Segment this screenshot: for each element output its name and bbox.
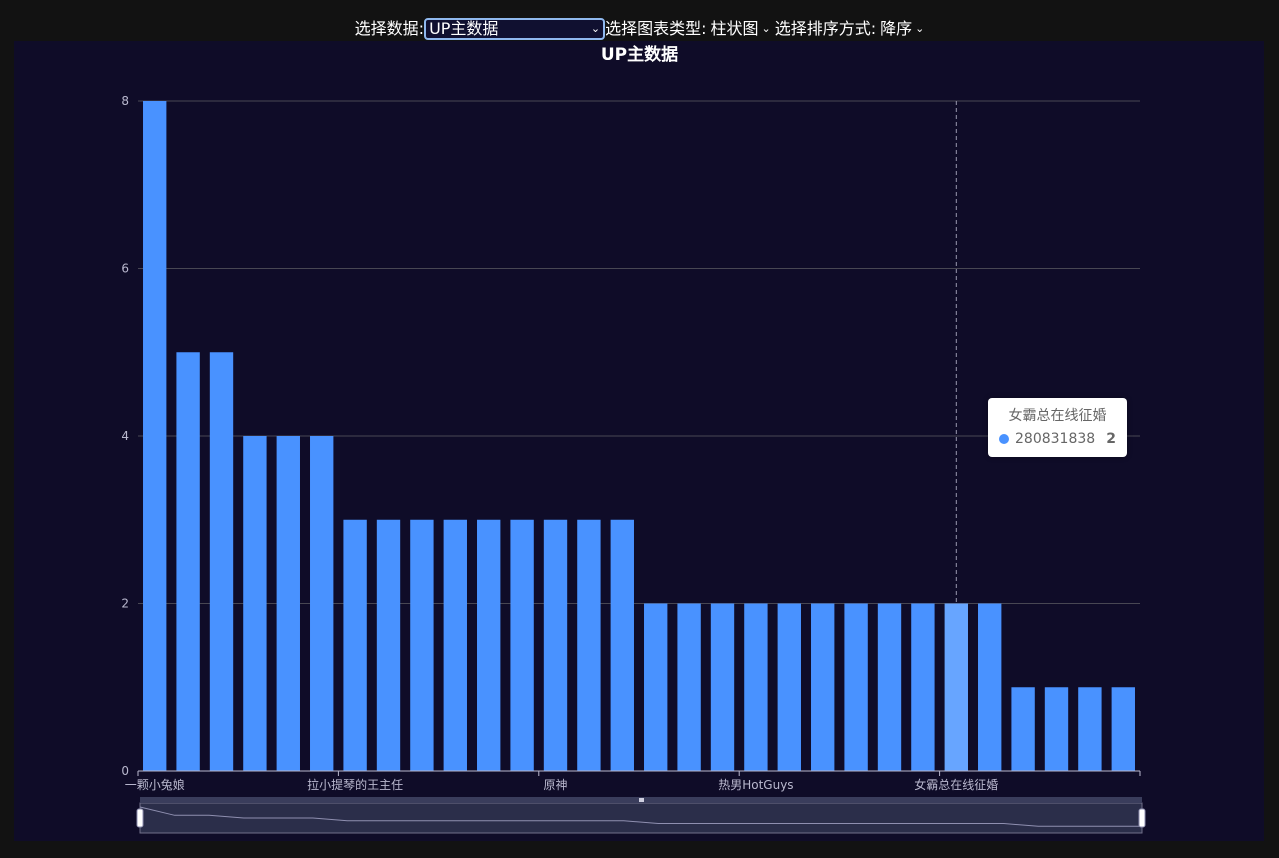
bar[interactable]	[877, 603, 902, 772]
tooltip-row: 280831838 2	[999, 430, 1116, 448]
bar[interactable]	[343, 519, 367, 771]
bar[interactable]	[443, 519, 467, 771]
bar[interactable]	[911, 603, 935, 772]
x-tick-label: 热男HotGuys	[718, 778, 793, 792]
bar[interactable]	[1078, 687, 1102, 771]
x-tick-label: 女霸总在线征婚	[914, 777, 998, 792]
bar[interactable]	[610, 519, 634, 771]
series-dot-icon	[999, 434, 1009, 444]
bar[interactable]	[644, 603, 668, 772]
bar[interactable]	[577, 519, 601, 771]
bar[interactable]	[543, 519, 568, 771]
y-tick-label: 0	[121, 764, 129, 778]
bar[interactable]	[143, 101, 167, 771]
bar[interactable]	[1111, 687, 1135, 771]
datazoom-handle-left[interactable]	[136, 808, 144, 828]
bar[interactable]	[944, 603, 968, 772]
bar[interactable]	[844, 603, 868, 772]
bar[interactable]	[811, 603, 835, 772]
bar[interactable]	[477, 519, 501, 771]
bar[interactable]	[209, 352, 234, 771]
x-tick-label: 一颗小兔娘	[125, 777, 185, 792]
tooltip-value: 2	[1106, 431, 1116, 447]
y-tick-label: 4	[121, 429, 129, 443]
x-tick-label: 拉小提琴的王主任	[307, 777, 403, 792]
bar[interactable]	[310, 436, 334, 771]
datazoom-handle-right[interactable]	[1138, 808, 1146, 828]
chart-tooltip: 女霸总在线征婚 280831838 2	[988, 398, 1127, 457]
bar[interactable]	[276, 436, 300, 771]
bar[interactable]	[510, 519, 534, 771]
tooltip-title: 女霸总在线征婚	[1008, 408, 1107, 424]
bar[interactable]	[410, 519, 434, 771]
bar[interactable]	[978, 603, 1002, 772]
y-tick-label: 6	[121, 262, 129, 276]
x-tick-label: 原神	[543, 778, 567, 792]
y-tick-label: 8	[121, 94, 129, 108]
bar[interactable]	[777, 603, 801, 772]
bar[interactable]	[1011, 687, 1035, 771]
datazoom-grip-icon[interactable]	[639, 798, 644, 802]
bar[interactable]	[176, 352, 200, 771]
bar[interactable]	[1044, 687, 1069, 771]
bar[interactable]	[376, 519, 401, 771]
bar[interactable]	[677, 603, 701, 772]
bar[interactable]	[710, 603, 735, 772]
bar[interactable]	[744, 603, 768, 772]
tooltip-series-name: 280831838	[1015, 431, 1096, 447]
bar[interactable]	[243, 436, 267, 771]
y-tick-label: 2	[121, 597, 129, 611]
